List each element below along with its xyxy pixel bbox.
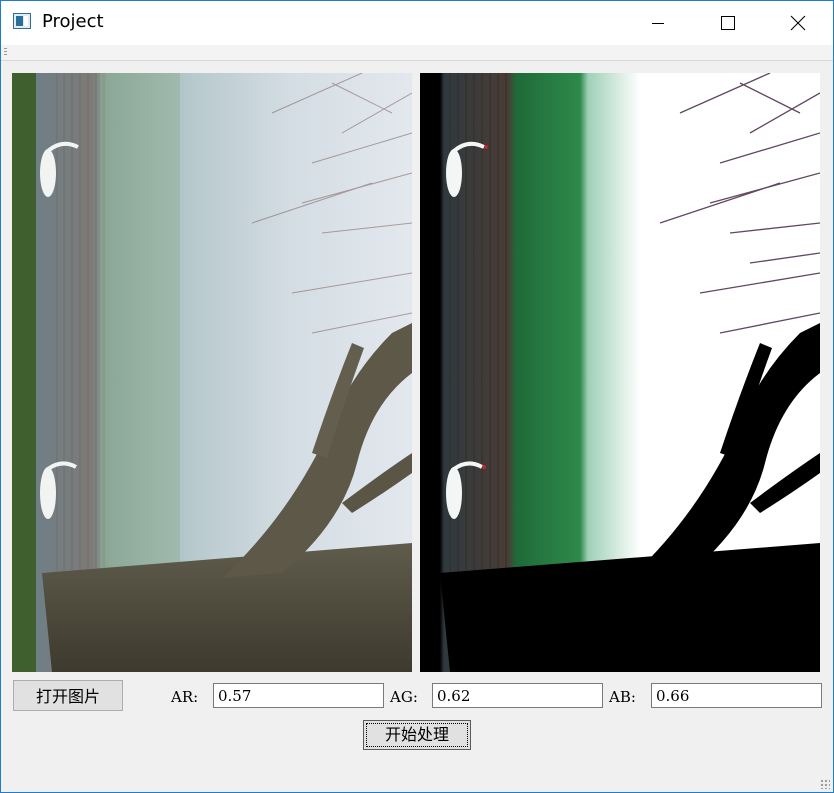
- open-image-button[interactable]: 打开图片: [13, 680, 123, 711]
- ag-label: AG:: [390, 688, 418, 706]
- window-title: Project: [42, 11, 104, 32]
- toolbar-strip: [1, 45, 833, 61]
- toolbar-grip-handle[interactable]: [4, 48, 7, 57]
- ar-input[interactable]: 0.57: [213, 683, 384, 708]
- close-button[interactable]: [763, 1, 833, 45]
- ar-label: AR:: [171, 688, 199, 706]
- maximize-button[interactable]: [693, 1, 763, 45]
- app-window-icon: [13, 13, 31, 29]
- minimize-button[interactable]: [623, 1, 693, 45]
- resize-grip-handle[interactable]: [820, 779, 830, 789]
- minimize-icon: [652, 23, 664, 24]
- ag-input[interactable]: 0.62: [432, 683, 603, 708]
- title-bar[interactable]: Project: [1, 1, 833, 45]
- main-window: Project 打开图片 AR: 0.57 AG: 0.62 AB: 0.66 …: [0, 0, 834, 793]
- processed-image: [420, 73, 820, 672]
- original-image: [12, 73, 412, 672]
- close-icon: [790, 15, 806, 31]
- start-processing-button[interactable]: 开始处理: [363, 720, 471, 750]
- ab-input[interactable]: 0.66: [651, 683, 822, 708]
- maximize-icon: [721, 16, 735, 30]
- ab-label: AB:: [609, 688, 636, 706]
